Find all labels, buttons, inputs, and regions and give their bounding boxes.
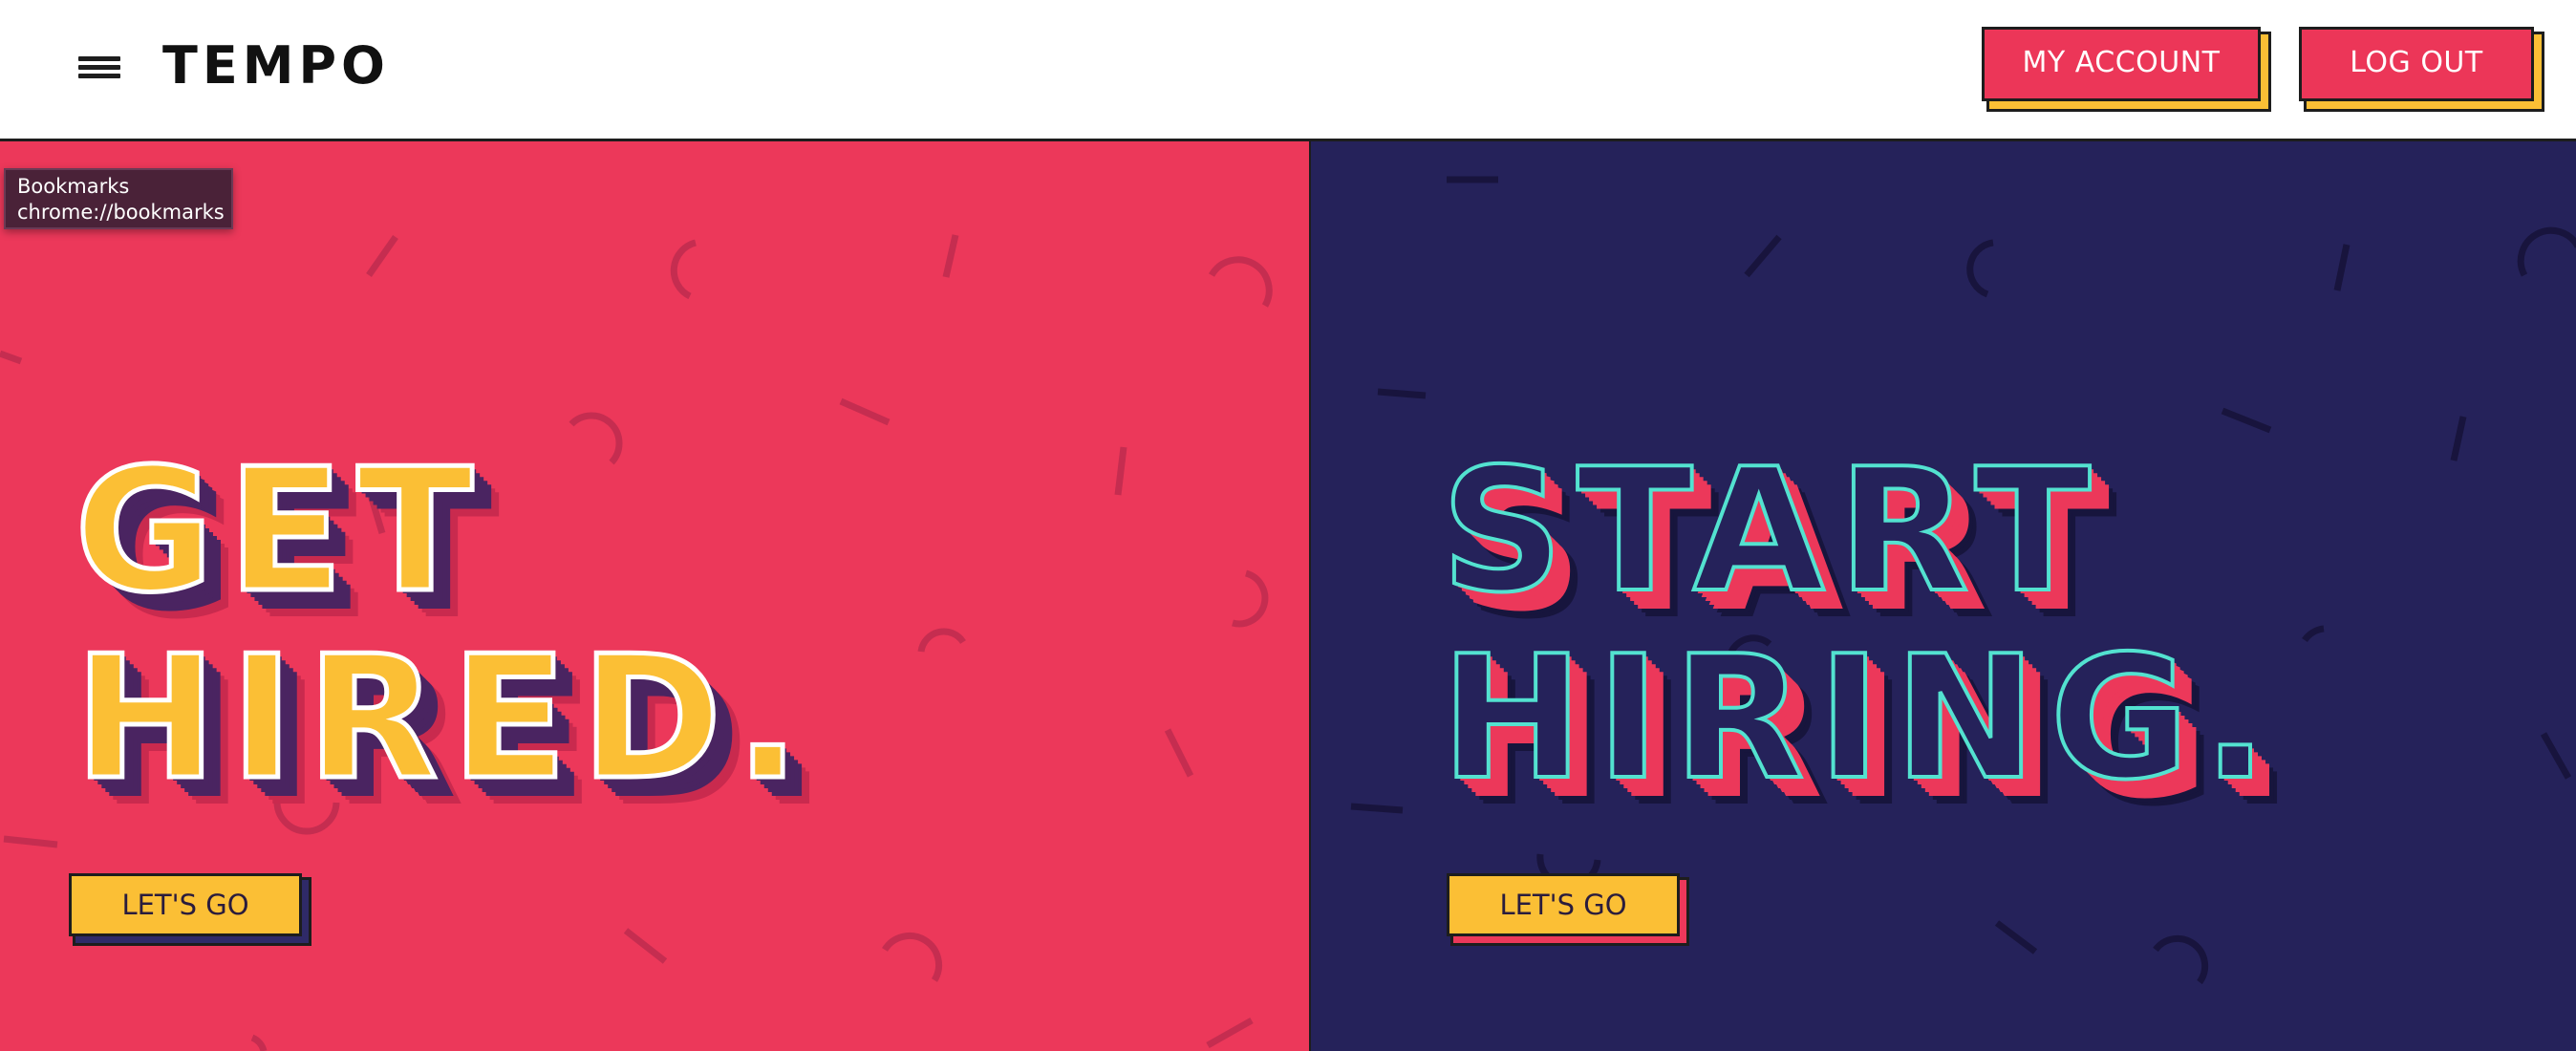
headline-line-2: HIRED. bbox=[72, 619, 814, 817]
hamburger-menu-icon[interactable] bbox=[76, 52, 124, 82]
bookmarks-tooltip: Bookmarks chrome://bookmarks bbox=[4, 168, 233, 229]
my-account-button[interactable]: MY ACCOUNT bbox=[1982, 27, 2261, 101]
headline-line-1: GET bbox=[72, 432, 487, 630]
start-hiring-panel: START HIRING. LET'S GO bbox=[1309, 141, 2576, 1051]
get-hired-headline: GET HIRED. bbox=[72, 432, 814, 817]
get-hired-lets-go-button[interactable]: LET'S GO bbox=[69, 873, 302, 936]
tooltip-url: chrome://bookmarks bbox=[17, 201, 225, 224]
site-header: TEMPO MY ACCOUNT LOG OUT bbox=[0, 0, 2576, 141]
site-logo[interactable]: TEMPO bbox=[162, 34, 390, 97]
headline-line-2: HIRING. bbox=[1439, 619, 2282, 817]
start-hiring-headline: START HIRING. bbox=[1439, 432, 2282, 817]
start-hiring-lets-go-button[interactable]: LET'S GO bbox=[1447, 873, 1680, 936]
headline-line-1: START bbox=[1439, 432, 2105, 630]
get-hired-panel: GET HIRED. LET'S GO bbox=[0, 141, 1309, 1051]
tooltip-title: Bookmarks bbox=[17, 175, 130, 198]
log-out-button[interactable]: LOG OUT bbox=[2299, 27, 2534, 101]
